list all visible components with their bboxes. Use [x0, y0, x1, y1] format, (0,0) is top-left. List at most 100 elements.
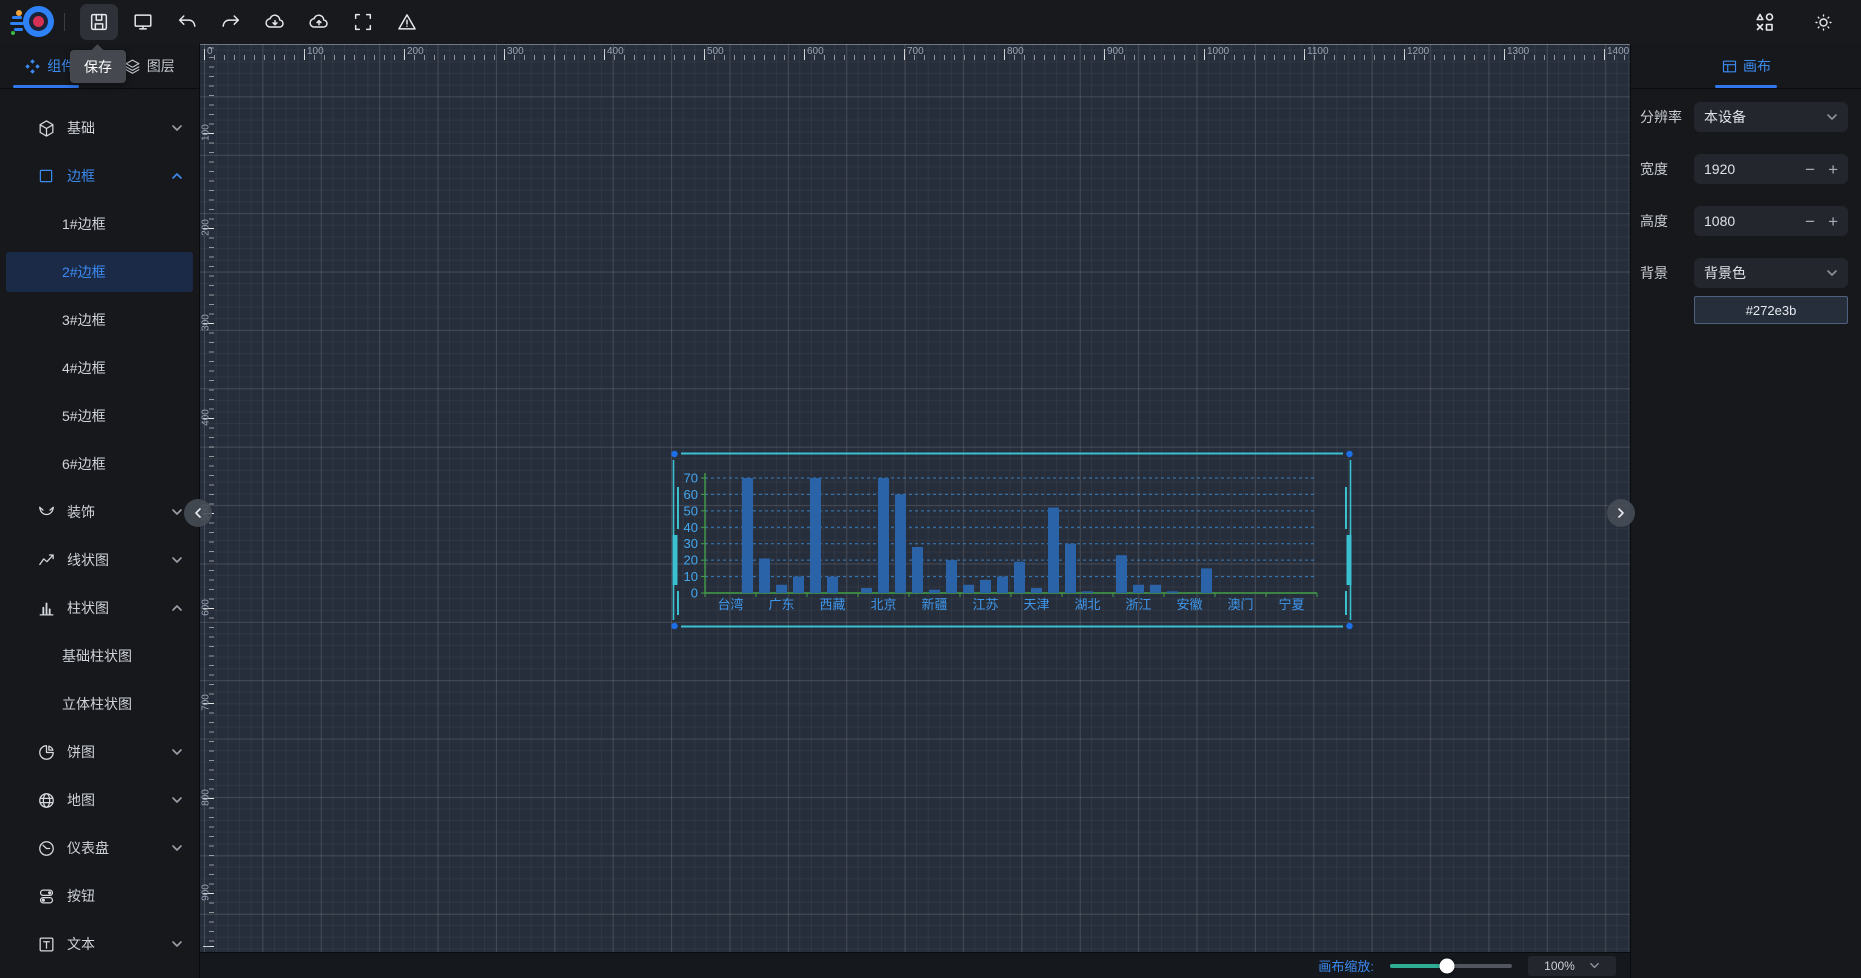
width-label: 宽度 — [1640, 159, 1694, 179]
redo-button[interactable] — [212, 4, 250, 40]
theme-toggle-button[interactable] — [1804, 4, 1842, 40]
width-increment-button[interactable]: + — [1828, 161, 1838, 178]
zoom-slider[interactable] — [1390, 964, 1512, 968]
sidebar-item-label: 2#边框 — [62, 262, 106, 282]
height-increment-button[interactable]: + — [1828, 213, 1838, 230]
issue-button[interactable] — [388, 4, 426, 40]
height-decrement-button[interactable]: − — [1805, 213, 1815, 230]
sidebar-item-border-6[interactable]: 6#边框 — [0, 440, 199, 488]
sidebar-item-label: 5#边框 — [62, 406, 106, 426]
collapse-right-panel-button[interactable] — [1607, 499, 1635, 527]
sidebar-item-base[interactable]: 基础 — [0, 104, 199, 152]
shapes-icon — [1753, 10, 1777, 34]
sidebar-item-border[interactable]: 边框 — [0, 152, 199, 200]
zoom-percent-select[interactable]: 100% — [1528, 956, 1616, 976]
collapse-left-panel-button[interactable] — [184, 499, 212, 527]
sidebar-item-border-1[interactable]: 1#边框 — [0, 200, 199, 248]
v-ruler-label: 300 — [201, 308, 212, 338]
logo-green-dot — [11, 31, 15, 35]
height-input[interactable] — [1704, 213, 1778, 229]
svg-text:西藏: 西藏 — [819, 597, 845, 612]
globe-icon — [36, 790, 56, 810]
active-tab-underline — [13, 85, 79, 88]
chevron-up-icon — [171, 602, 183, 614]
h-ruler-label: 200 — [407, 46, 424, 57]
svg-text:广东: 广东 — [768, 597, 794, 612]
save-button[interactable] — [80, 4, 118, 40]
sidebar-item-text[interactable]: 文本 — [0, 920, 199, 968]
width-input[interactable] — [1704, 161, 1778, 177]
sidebar-item-gauges[interactable]: 仪表盘 — [0, 824, 199, 872]
v-ruler-label: 700 — [201, 688, 212, 718]
sidebar-item-label: 按钮 — [67, 886, 95, 906]
background-color-value: #272e3b — [1746, 303, 1797, 318]
sidebar-item-label: 立体柱状图 — [62, 694, 132, 714]
width-decrement-button[interactable]: − — [1805, 161, 1815, 178]
gauge-icon — [36, 838, 56, 858]
sidebar-item-decoration[interactable]: 装饰 — [0, 488, 199, 536]
logo-yellow-dot — [16, 10, 22, 16]
sidebar-item-label: 文本 — [67, 934, 95, 954]
svg-text:宁夏: 宁夏 — [1278, 597, 1304, 612]
preview-button[interactable] — [124, 4, 162, 40]
sidebar-item-pie-charts[interactable]: 饼图 — [0, 728, 199, 776]
background-color-picker[interactable]: #272e3b — [1694, 296, 1848, 324]
cloud-upload-icon — [308, 11, 330, 33]
resolution-value: 本设备 — [1704, 107, 1746, 127]
zoom-slider-fill — [1390, 964, 1447, 968]
svg-text:20: 20 — [684, 553, 698, 568]
toolbar-divider — [64, 13, 65, 31]
bar-chart-icon — [36, 598, 56, 618]
sidebar-item-border-4[interactable]: 4#边框 — [0, 344, 199, 392]
svg-text:50: 50 — [684, 503, 698, 518]
svg-text:澳门: 澳门 — [1227, 597, 1253, 612]
sidebar-item-label: 1#边框 — [62, 214, 106, 234]
fullscreen-button[interactable] — [344, 4, 382, 40]
svg-text:北京: 北京 — [870, 597, 896, 612]
save-tooltip-label: 保存 — [84, 57, 112, 77]
v-ruler-label: 400 — [201, 403, 212, 433]
h-ruler-label: 700 — [907, 46, 924, 57]
svg-text:10: 10 — [684, 569, 698, 584]
pie-chart-icon — [36, 742, 56, 762]
svg-text:浙江: 浙江 — [1125, 597, 1151, 612]
export-button[interactable] — [300, 4, 338, 40]
cloud-download-icon — [264, 11, 286, 33]
h-ruler-label: 900 — [1107, 46, 1124, 57]
sidebar-item-basic-bar[interactable]: 基础柱状图 — [0, 632, 199, 680]
background-type-select[interactable]: 背景色 — [1694, 258, 1848, 288]
tab-layers-label: 图层 — [147, 56, 175, 76]
sidebar-item-bar-charts[interactable]: 柱状图 — [0, 584, 199, 632]
sidebar-item-maps[interactable]: 地图 — [0, 776, 199, 824]
resolution-select[interactable]: 本设备 — [1694, 102, 1848, 132]
sidebar-item-border-2[interactable]: 2#边框 — [6, 252, 193, 292]
background-label: 背景 — [1640, 263, 1694, 283]
zoom-slider-thumb[interactable] — [1440, 958, 1455, 973]
sidebar: 组件 图层 基础 — [0, 44, 200, 978]
sidebar-item-border-5[interactable]: 5#边框 — [0, 392, 199, 440]
components-shortcut-button[interactable] — [1746, 4, 1784, 40]
sidebar-item-label: 基础 — [67, 118, 95, 138]
sidebar-item-label: 地图 — [67, 790, 95, 810]
chevron-down-icon — [171, 938, 183, 950]
sidebar-item-3d-bar[interactable]: 立体柱状图 — [0, 680, 199, 728]
sidebar-item-label: 柱状图 — [67, 598, 109, 618]
canvas-zoom-label: 画布缩放: — [1318, 956, 1374, 975]
tab-canvas-settings[interactable]: 画布 — [1631, 44, 1861, 89]
sidebar-item-border-3[interactable]: 3#边框 — [0, 296, 199, 344]
undo-button[interactable] — [168, 4, 206, 40]
chevron-down-icon — [171, 554, 183, 566]
sidebar-item-buttons[interactable]: 按钮 — [0, 872, 199, 920]
chevron-down-icon — [171, 122, 183, 134]
border-box-2-component[interactable]: 010203040506070台湾广东西藏北京新疆江苏天津湖北浙江安徽澳门宁夏 — [671, 451, 1353, 629]
h-ruler-label: 1300 — [1507, 46, 1529, 57]
width-row: 宽度 − + — [1640, 154, 1848, 184]
h-ruler-label: 600 — [807, 46, 824, 57]
undo-icon — [176, 11, 198, 33]
app-logo-icon[interactable] — [10, 4, 54, 40]
sidebar-item-line-charts[interactable]: 线状图 — [0, 536, 199, 584]
sidebar-item-label: 6#边框 — [62, 454, 106, 474]
canvas-settings-body: 分辨率 本设备 宽度 − + 高度 — [1631, 89, 1861, 324]
vertical-ruler: 100200300400500600700800900 — [200, 44, 214, 952]
import-button[interactable] — [256, 4, 294, 40]
